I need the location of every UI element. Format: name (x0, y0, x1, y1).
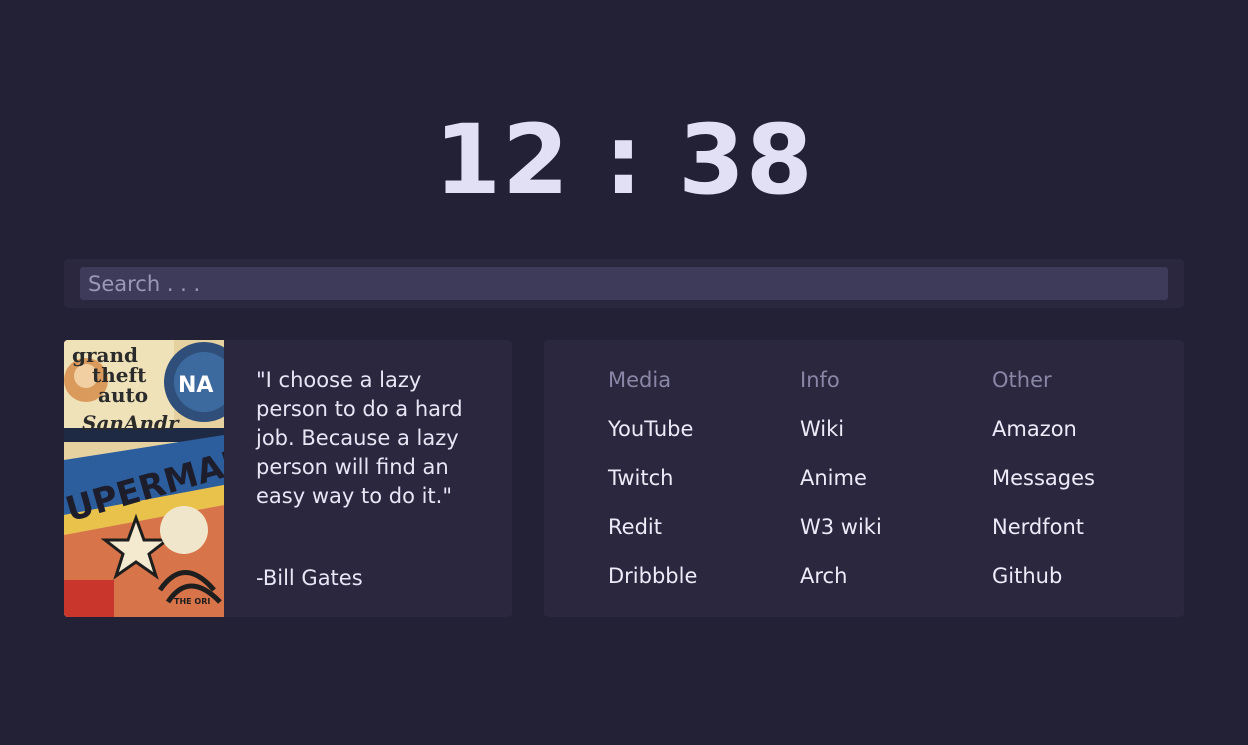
clock-hours: 12 (434, 104, 570, 216)
link-youtube[interactable]: YouTube (608, 415, 788, 444)
link-column-info: Info Wiki Anime W3 wiki Arch (800, 366, 980, 611)
link-github[interactable]: Github (992, 562, 1172, 591)
link-w3-wiki[interactable]: W3 wiki (800, 513, 980, 542)
link-redit[interactable]: Redit (608, 513, 788, 542)
clock-separator: : (604, 104, 644, 216)
link-wiki[interactable]: Wiki (800, 415, 980, 444)
link-dribbble[interactable]: Dribbble (608, 562, 788, 591)
search-input[interactable] (80, 267, 1168, 300)
search-bar (64, 259, 1184, 308)
clock-minutes: 38 (678, 104, 814, 216)
quote-author: -Bill Gates (256, 566, 363, 590)
link-column-media: Media YouTube Twitch Redit Dribbble (608, 366, 788, 611)
link-amazon[interactable]: Amazon (992, 415, 1172, 444)
bookmarks-card: Media YouTube Twitch Redit Dribbble Info… (544, 340, 1184, 617)
poster-logo-text: NA (178, 373, 213, 398)
link-arch[interactable]: Arch (800, 562, 980, 591)
link-messages[interactable]: Messages (992, 464, 1172, 493)
sticker-collage-image: grand theft auto SanAndr UPERMAN NA THE … (64, 340, 224, 617)
column-heading: Info (800, 368, 840, 392)
link-anime[interactable]: Anime (800, 464, 980, 493)
poster-logo-text: THE ORI (174, 597, 210, 606)
link-column-other: Other Amazon Messages Nerdfont Github (992, 366, 1172, 611)
poster-logo-text: SanAndr (82, 411, 180, 435)
poster-logo-text: auto (98, 383, 148, 407)
column-heading: Other (992, 368, 1052, 392)
quote-card: grand theft auto SanAndr UPERMAN NA THE … (64, 340, 512, 617)
quote-text: "I choose a lazy person to do a hard job… (256, 368, 463, 508)
clock: 12 : 38 (0, 104, 1248, 216)
link-twitch[interactable]: Twitch (608, 464, 788, 493)
column-heading: Media (608, 368, 672, 392)
link-nerdfont[interactable]: Nerdfont (992, 513, 1172, 542)
